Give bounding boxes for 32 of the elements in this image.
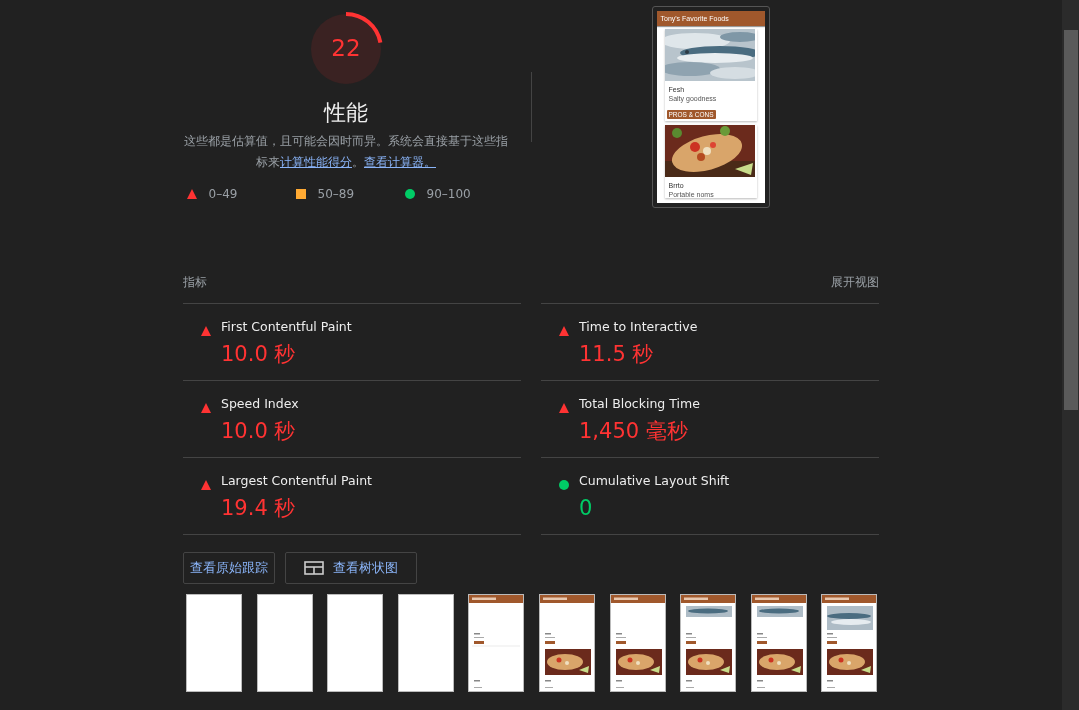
category-title: 性能 [324, 99, 368, 127]
legend-label: 50–89 [317, 187, 355, 201]
view-trace-button[interactable]: 查看原始跟踪 [183, 552, 275, 584]
metric-value: 19.4 秒 [221, 495, 297, 521]
link[interactable]: 查看计算器。 [364, 155, 436, 169]
metric-value: 10.0 秒 [221, 341, 297, 367]
category-description: 这些都是估算值，且可能会因时而异。系统会直接基于这些指标来计算性能得分。查看计算器。 [183, 133, 509, 171]
metric-value: 10.0 秒 [221, 418, 297, 444]
section-title: 指标 [183, 274, 207, 291]
metric-name: Speed Index [221, 396, 300, 413]
view-treemap-button[interactable]: 查看树状图 [285, 552, 417, 584]
scrollbar[interactable] [1062, 0, 1079, 710]
metric-name: Time to Interactive [579, 319, 699, 336]
metric-value: 0 [579, 495, 594, 521]
triangle-icon [201, 403, 211, 413]
dot-icon [559, 480, 569, 490]
treemap-icon [304, 561, 324, 575]
metric-name: Cumulative Layout Shift [579, 473, 731, 490]
metric-value: 11.5 秒 [579, 341, 655, 367]
triangle-icon [559, 403, 569, 413]
triangle-icon [559, 326, 569, 336]
link[interactable]: 计算性能得分 [280, 155, 352, 169]
expand-view-toggle[interactable]: 展开视图 [831, 274, 879, 291]
score-value: 22 [330, 34, 362, 62]
metric-name: Largest Contentful Paint [221, 473, 373, 490]
metric-name: First Contentful Paint [221, 319, 353, 336]
metric-name: Total Blocking Time [579, 396, 701, 413]
triangle-icon [201, 480, 211, 490]
metric-value: 1,450 毫秒 [579, 418, 689, 444]
triangle-icon [201, 326, 211, 336]
legend-label: 0–49 [208, 187, 238, 201]
legend-label: 90–100 [426, 187, 471, 201]
